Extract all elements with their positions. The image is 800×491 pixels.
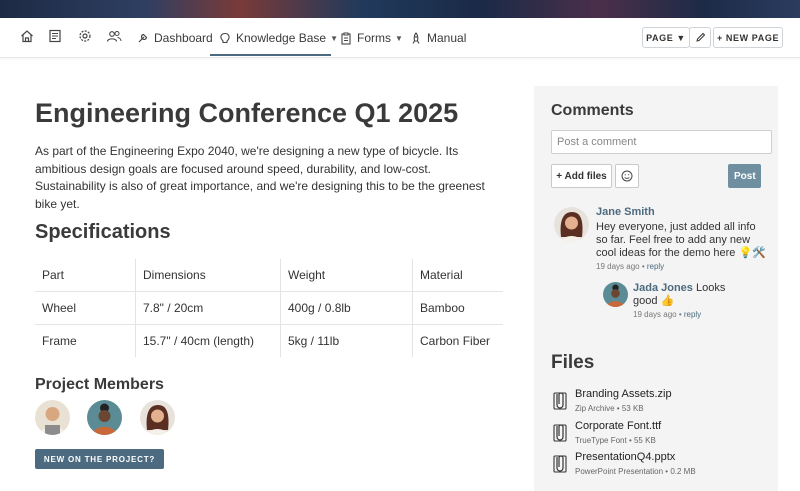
brain-icon [220, 32, 230, 44]
file-meta: PowerPoint Presentation • 0.2 MB [575, 467, 696, 476]
commenter-avatar[interactable] [603, 282, 628, 307]
member-avatar[interactable] [35, 400, 70, 435]
nav-forms[interactable]: Forms ▼ [340, 29, 403, 47]
file-type: Zip Archive [575, 404, 615, 413]
add-files-button[interactable]: + Add files [551, 164, 612, 188]
users-icon[interactable] [106, 28, 122, 44]
table-header-row: Part Dimensions Weight Material [35, 259, 503, 292]
comment-text: Hey everyone, just added all info so far… [596, 221, 766, 259]
table-cell: 5kg / 11lb [280, 324, 413, 357]
new-on-project-button[interactable]: NEW ON THE PROJECT? [35, 449, 164, 469]
home-icon[interactable] [19, 28, 35, 44]
paperclip-icon [553, 424, 567, 442]
member-avatar[interactable] [87, 400, 122, 435]
paperclip-icon [553, 455, 567, 473]
nav-forms-label: Forms [357, 31, 391, 45]
file-meta: Zip Archive • 53 KB [575, 404, 644, 413]
file-name[interactable]: Branding Assets.zip [575, 388, 672, 400]
table-cell: Carbon Fiber [412, 324, 503, 357]
nav-manual[interactable]: Manual [410, 29, 466, 47]
comment-author[interactable]: Jane Smith [596, 206, 655, 218]
specifications-heading: Specifications [35, 221, 171, 243]
top-navigation: Dashboard Knowledge Base ▼ Forms ▼ Manua… [0, 18, 800, 58]
specifications-table: Part Dimensions Weight Material Wheel 7.… [35, 259, 503, 357]
page-title: Engineering Conference Q1 2025 [35, 98, 459, 128]
edit-button[interactable] [689, 27, 711, 48]
chevron-down-icon: ▼ [395, 33, 403, 43]
page-intro: As part of the Engineering Expo 2040, we… [35, 144, 485, 211]
rocket-icon [412, 31, 420, 44]
comment-reply: Jada Jones Looks good 👍 [633, 282, 728, 308]
column-header: Weight [280, 259, 413, 292]
header-banner [0, 0, 800, 18]
sidebar: Comments Post a comment + Add files Post… [534, 86, 778, 491]
comments-heading: Comments [551, 102, 634, 119]
column-header: Part [35, 259, 136, 292]
comment-time: 19 days ago [596, 262, 640, 271]
smiley-icon [621, 170, 633, 182]
emoji-button[interactable] [615, 164, 639, 188]
file-name[interactable]: Corporate Font.ttf [575, 420, 661, 432]
file-type: TrueType Font [575, 436, 627, 445]
file-size: 55 KB [633, 436, 656, 445]
comment-author[interactable]: Jada Jones [633, 282, 693, 294]
wrench-icon [138, 33, 148, 43]
table-cell: 7.8" / 20cm [135, 291, 281, 325]
file-name[interactable]: PresentationQ4.pptx [575, 451, 675, 463]
table-row: Wheel 7.8" / 20cm 400g / 0.8lb Bamboo [35, 291, 503, 325]
clipboard-icon [341, 32, 351, 45]
chevron-down-icon: ▼ [330, 33, 338, 43]
nav-manual-label: Manual [427, 31, 467, 45]
comment-meta: 19 days ago • reply [596, 262, 665, 271]
reply-link[interactable]: reply [684, 310, 701, 319]
files-heading: Files [551, 352, 595, 373]
nav-dashboard-label: Dashboard [154, 31, 213, 45]
project-members-heading: Project Members [35, 376, 164, 393]
table-cell: Frame [42, 334, 77, 348]
table-row: Frame 15.7" / 40cm (length) 5kg / 11lb C… [35, 324, 503, 357]
file-meta: TrueType Font • 55 KB [575, 436, 656, 445]
new-page-button[interactable]: + NEW PAGE [713, 27, 783, 48]
member-avatar[interactable] [140, 400, 175, 435]
active-tab-indicator [210, 54, 331, 56]
gear-icon[interactable] [77, 28, 93, 44]
table-cell: Bamboo [412, 291, 503, 325]
comment-input[interactable]: Post a comment [551, 130, 772, 154]
comment-meta: 19 days ago • reply [633, 310, 702, 319]
post-comment-button[interactable]: Post [728, 164, 761, 188]
table-cell: 15.7" / 40cm (length) [135, 324, 281, 357]
table-cell: Wheel [35, 291, 136, 325]
nav-knowledge-base[interactable]: Knowledge Base ▼ [219, 29, 338, 47]
file-size: 0.2 MB [670, 467, 696, 476]
file-type: PowerPoint Presentation [575, 467, 664, 476]
reply-link[interactable]: reply [647, 262, 664, 271]
nav-knowledge-base-label: Knowledge Base [236, 31, 327, 45]
paperclip-icon [553, 392, 567, 410]
table-cell: 400g / 0.8lb [280, 291, 413, 325]
comment-time: 19 days ago [633, 310, 677, 319]
page-menu-button[interactable]: PAGE ▼ [642, 27, 690, 48]
commenter-avatar[interactable] [554, 207, 589, 242]
pencil-icon [695, 32, 705, 42]
document-icon[interactable] [47, 28, 63, 44]
column-header: Material [412, 259, 503, 292]
file-size: 53 KB [621, 404, 644, 413]
column-header: Dimensions [135, 259, 281, 292]
nav-dashboard[interactable]: Dashboard [137, 29, 213, 47]
